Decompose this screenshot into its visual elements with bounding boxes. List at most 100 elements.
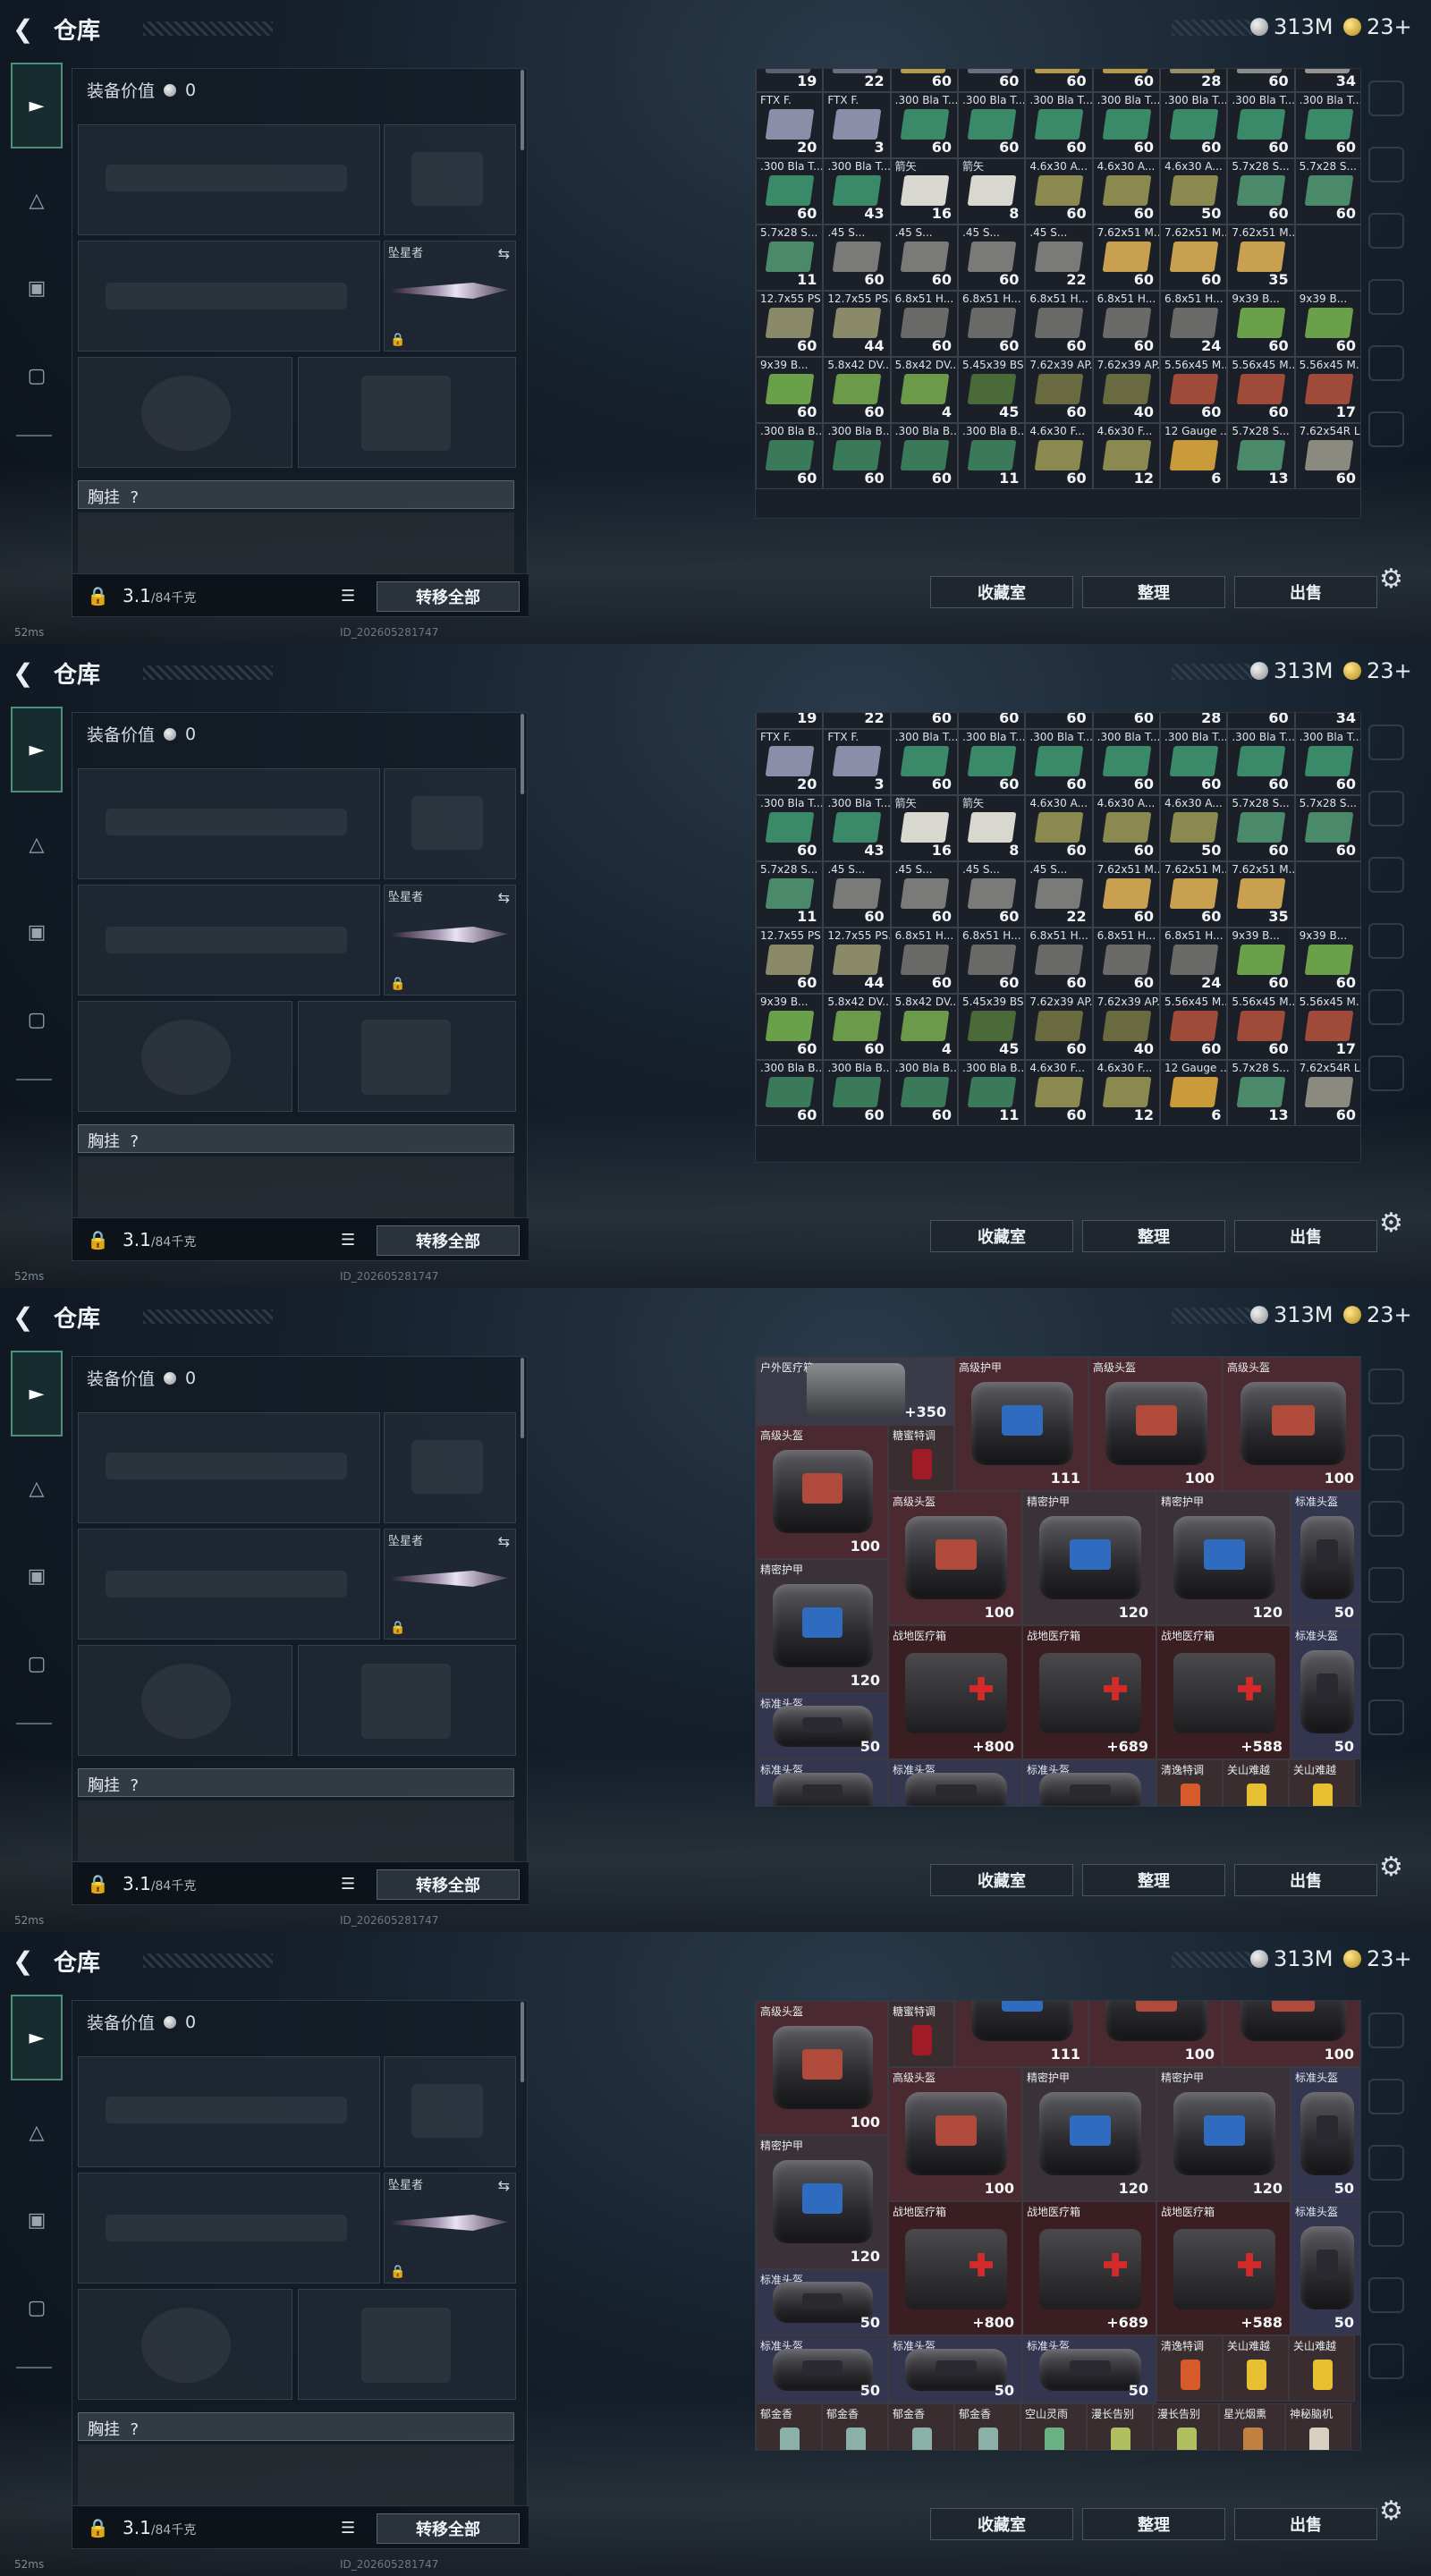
ammo-item[interactable]: 5.7x28 S... 60 (1227, 795, 1295, 861)
armor-slot[interactable] (298, 1001, 516, 1112)
ammo-item[interactable]: 4.6x30 A... 60 (1092, 158, 1160, 225)
category-icon[interactable] (1368, 791, 1404, 826)
category-icon[interactable] (1368, 1368, 1404, 1404)
ammo-item[interactable]: 4.6x30 A... 60 (1092, 795, 1160, 861)
ammo-item[interactable]: 60 (1092, 713, 1160, 729)
nav-armor-tab[interactable]: △ (11, 165, 63, 236)
ammo-item[interactable]: 7.62x51 M... 35 (1227, 225, 1295, 291)
ammo-item[interactable]: 6.8x51 H... 60 (958, 928, 1026, 994)
ammo-item[interactable]: 9x39 B... 60 (1294, 928, 1360, 994)
ammo-item[interactable]: .300 Bla B... 60 (756, 423, 824, 489)
drink-item[interactable]: 郁金香 (888, 2403, 954, 2450)
ammo-item[interactable]: 9x39 B... 60 (756, 994, 824, 1060)
ammo-item[interactable]: 9x39 B... 60 (1227, 928, 1295, 994)
gear-item[interactable]: 精密护甲 120 (756, 2135, 888, 2269)
category-icon[interactable] (1368, 2012, 1404, 2048)
back-arrow-icon[interactable]: ❮ (13, 14, 33, 44)
category-icon[interactable] (1368, 1699, 1404, 1735)
nav-rig-tab[interactable]: ▣ (11, 1540, 63, 1612)
gear-item[interactable]: 高级头盔 100 (1223, 2001, 1360, 2067)
list-icon[interactable]: ☰ (341, 2519, 355, 2538)
ammo-item[interactable]: 60 (958, 713, 1026, 729)
help-icon[interactable]: ? (130, 488, 139, 507)
gear-item[interactable]: 标准头盔 50 (756, 1759, 888, 1806)
medkit-item[interactable]: 战地医疗箱 +689 (1022, 2201, 1156, 2335)
ammo-item[interactable]: 5.7x28 S... 13 (1227, 423, 1295, 489)
help-icon[interactable]: ? (130, 1132, 139, 1151)
list-icon[interactable]: ☰ (341, 1231, 355, 1250)
sort-button[interactable]: 整理 (1082, 576, 1225, 608)
gear-item[interactable]: 高级护甲 111 (954, 1357, 1088, 1491)
ammo-item[interactable]: 22 (823, 69, 891, 92)
category-icon[interactable] (1368, 2145, 1404, 2181)
pistol-slot[interactable] (384, 2056, 516, 2167)
ammo-item[interactable]: 5.56x45 M... 60 (1227, 994, 1295, 1060)
ammo-item[interactable]: 5.56x45 M... 17 (1294, 994, 1360, 1060)
gear-item[interactable]: 高级头盔 100 (1223, 1357, 1360, 1491)
gear-item[interactable]: 高级护甲 111 (954, 2001, 1088, 2067)
ammo-item[interactable]: .300 Bla T...X 60 (958, 92, 1026, 158)
ammo-item[interactable]: 60 (1025, 69, 1093, 92)
ammo-item[interactable]: 22 (823, 713, 891, 729)
chest-rig-header[interactable]: 胸挂 ? (78, 480, 514, 509)
collection-button[interactable]: 收藏室 (930, 1864, 1073, 1896)
back-arrow-icon[interactable]: ❮ (13, 1946, 33, 1976)
drink-item[interactable]: 糖蜜特调 (888, 1425, 954, 1491)
ammo-item[interactable]: 6.8x51 H... 60 (890, 291, 958, 357)
loadout-scrollbar[interactable] (521, 1358, 524, 1438)
ammo-item[interactable]: 7.62x39 AP... 60 (1025, 994, 1093, 1060)
chest-rig-header[interactable]: 胸挂 ? (78, 2412, 514, 2441)
ammo-item[interactable]: 箭矢 8 (958, 795, 1026, 861)
drink-item[interactable]: 漫长告别 (1153, 2403, 1219, 2450)
drink-item[interactable]: 漫长告别 (1087, 2403, 1153, 2450)
nav-backpack-tab[interactable]: ▢ (11, 1628, 63, 1699)
melee-slot[interactable]: 坠星者 ⇆ 🔒 (384, 885, 516, 996)
ammo-item[interactable]: 5.7x28 S... 60 (1227, 158, 1295, 225)
nav-backpack-tab[interactable]: ▢ (11, 984, 63, 1055)
category-icon[interactable] (1368, 923, 1404, 959)
helmet-slot[interactable] (78, 357, 292, 468)
category-icon[interactable] (1368, 279, 1404, 315)
transfer-all-button[interactable]: 转移全部 (377, 1225, 520, 1256)
nav-backpack-tab[interactable]: ▢ (11, 340, 63, 411)
ammo-item[interactable]: 60 (1092, 69, 1160, 92)
gear-item[interactable]: 标准头盔 50 (888, 2335, 1022, 2403)
drink-item[interactable]: 神秘脑机 (1285, 2403, 1351, 2450)
melee-slot[interactable]: 坠星者 ⇆ 🔒 (384, 2173, 516, 2284)
category-icon[interactable] (1368, 213, 1404, 249)
nav-armor-tab[interactable]: △ (11, 2097, 63, 2168)
list-icon[interactable]: ☰ (341, 587, 355, 606)
ammo-item[interactable]: 箭矢 16 (890, 158, 958, 225)
ammo-item[interactable]: 7.62x39 AP... 40 (1092, 357, 1160, 423)
category-icon[interactable] (1368, 1435, 1404, 1470)
ammo-item[interactable]: 9x39 B... 60 (1294, 291, 1360, 357)
ammo-item[interactable]: .300 Bla B... 11 (958, 1060, 1026, 1126)
nav-rig-tab[interactable]: ▣ (11, 2184, 63, 2256)
category-icon[interactable] (1368, 2211, 1404, 2247)
ammo-item[interactable]: 9x39 B... 60 (1227, 291, 1295, 357)
drink-item[interactable]: 清逸特调 (1156, 1759, 1223, 1806)
ammo-item[interactable]: FTX F. 20 (756, 92, 824, 158)
ammo-item[interactable]: 4.6x30 F... 60 (1025, 423, 1093, 489)
primary-weapon-slot[interactable] (78, 124, 380, 235)
ammo-item[interactable]: 12 Gauge ... 6 (1160, 1060, 1228, 1126)
drink-item[interactable]: 空山灵雨 (1020, 2403, 1087, 2450)
drink-item[interactable]: 糖蜜特调 (888, 2001, 954, 2067)
ammo-item[interactable]: .45 S... 60 (958, 861, 1026, 928)
collection-button[interactable]: 收藏室 (930, 2508, 1073, 2540)
secondary-weapon-slot[interactable] (78, 1529, 380, 1640)
ammo-item[interactable]: .300 Bla T...X 60 (1294, 729, 1360, 795)
ammo-item[interactable]: 6.8x51 H... 60 (958, 291, 1026, 357)
ammo-item[interactable]: 12.7x55 PS... 60 (756, 928, 824, 994)
category-icon[interactable] (1368, 2277, 1404, 2313)
category-icon[interactable] (1368, 1633, 1404, 1669)
category-icon[interactable] (1368, 411, 1404, 447)
ammo-item[interactable]: 5.8x42 DV... 60 (823, 994, 891, 1060)
ammo-item[interactable]: 28 (1160, 713, 1228, 729)
ammo-item[interactable]: 28 (1160, 69, 1228, 92)
gear-item[interactable]: 精密护甲 120 (756, 1559, 888, 1693)
ammo-item[interactable]: 4.6x30 F... 12 (1092, 423, 1160, 489)
ammo-item[interactable]: .300 Bla T...X 60 (890, 92, 958, 158)
loadout-scrollbar[interactable] (521, 2002, 524, 2082)
gear-item[interactable]: 标准头盔 50 (756, 1693, 888, 1759)
